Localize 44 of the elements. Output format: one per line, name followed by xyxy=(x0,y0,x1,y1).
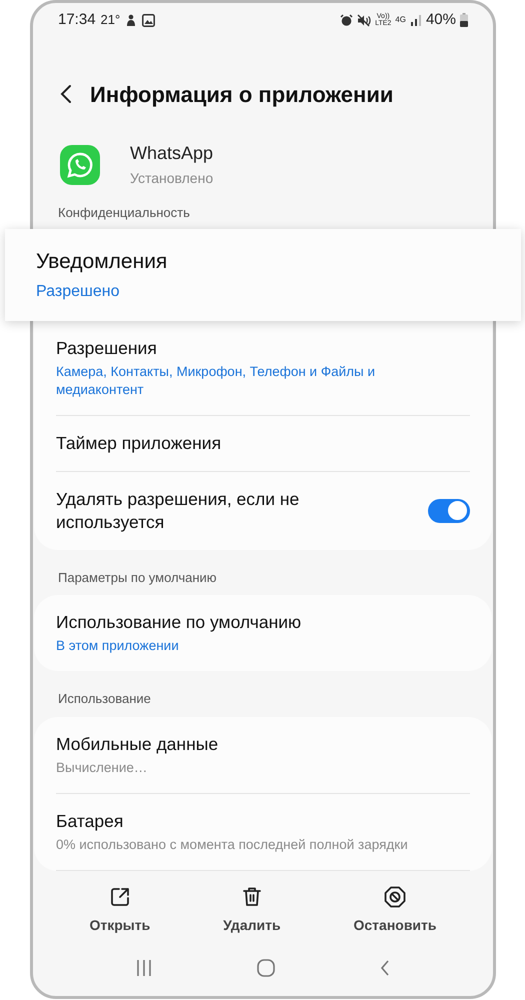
settings-item[interactable]: Использование по умолчанию В этом приложении xyxy=(56,595,470,671)
item-subtitle: 0% использовано с момента последней полной зарядки xyxy=(56,836,409,854)
status-temperature: 21° xyxy=(100,11,120,30)
battery-icon xyxy=(460,13,468,27)
highlighted-setting-card[interactable]: Уведомления Разрешено xyxy=(5,228,521,320)
app-name: WhatsApp xyxy=(130,142,214,165)
alarm-icon xyxy=(340,14,354,26)
section-header: Использование xyxy=(57,690,152,708)
signal-icon xyxy=(410,14,422,26)
item-title: Батарея xyxy=(56,810,124,832)
back-icon[interactable] xyxy=(60,84,72,104)
item-title: Таймер приложения xyxy=(56,432,222,454)
section-header: Конфиденциальность xyxy=(57,204,191,222)
item-subtitle: Вычисление… xyxy=(56,758,148,776)
item-title: Разрешения xyxy=(56,336,158,360)
action-button[interactable]: Удалить xyxy=(215,885,289,936)
settings-item[interactable]: Удалять разрешения, если не используется xyxy=(56,472,470,550)
app-status: Установлено xyxy=(130,169,214,188)
home-icon[interactable] xyxy=(256,959,275,977)
item-title: Использование по умолчанию xyxy=(56,611,302,634)
item-subtitle: В этом приложении xyxy=(56,637,180,655)
settings-item[interactable]: Батарея 0% использовано с момента последней полной зарядки xyxy=(56,794,470,870)
image-icon xyxy=(142,14,156,26)
item-title: Уведомления xyxy=(36,248,168,274)
page-title: Информация о приложении xyxy=(90,80,394,109)
recent-apps-icon[interactable] xyxy=(136,959,152,977)
mute-icon xyxy=(357,14,372,26)
settings-item[interactable]: Разрешения Камера, Контакты, Микрофон, Телефон и Файлы и медиаконтент xyxy=(56,320,470,416)
network-label: 4G xyxy=(395,14,406,26)
action-button[interactable]: Остановить xyxy=(346,885,445,936)
battery-percent: 40% xyxy=(426,10,456,30)
item-subtitle: Разрешено xyxy=(36,282,120,302)
chat-app-icon xyxy=(60,144,100,184)
section-header: Параметры по умолчанию xyxy=(57,568,218,587)
item-subtitle: Камера, Контакты, Микрофон, Телефон и Файлы и медиаконтент xyxy=(56,362,376,398)
settings-item[interactable]: Мобильные данные Вычисление… xyxy=(56,716,470,794)
item-title: Удалять разрешения, если не используется xyxy=(56,488,300,534)
action-button[interactable]: Открыть xyxy=(81,885,158,936)
status-time: 17:34 xyxy=(58,10,96,30)
block-icon xyxy=(383,885,407,909)
toggle-switch[interactable] xyxy=(428,498,470,522)
settings-item[interactable]: Таймер приложения xyxy=(56,416,470,472)
item-title: Мобильные данные xyxy=(56,732,220,756)
person-icon xyxy=(125,14,138,26)
